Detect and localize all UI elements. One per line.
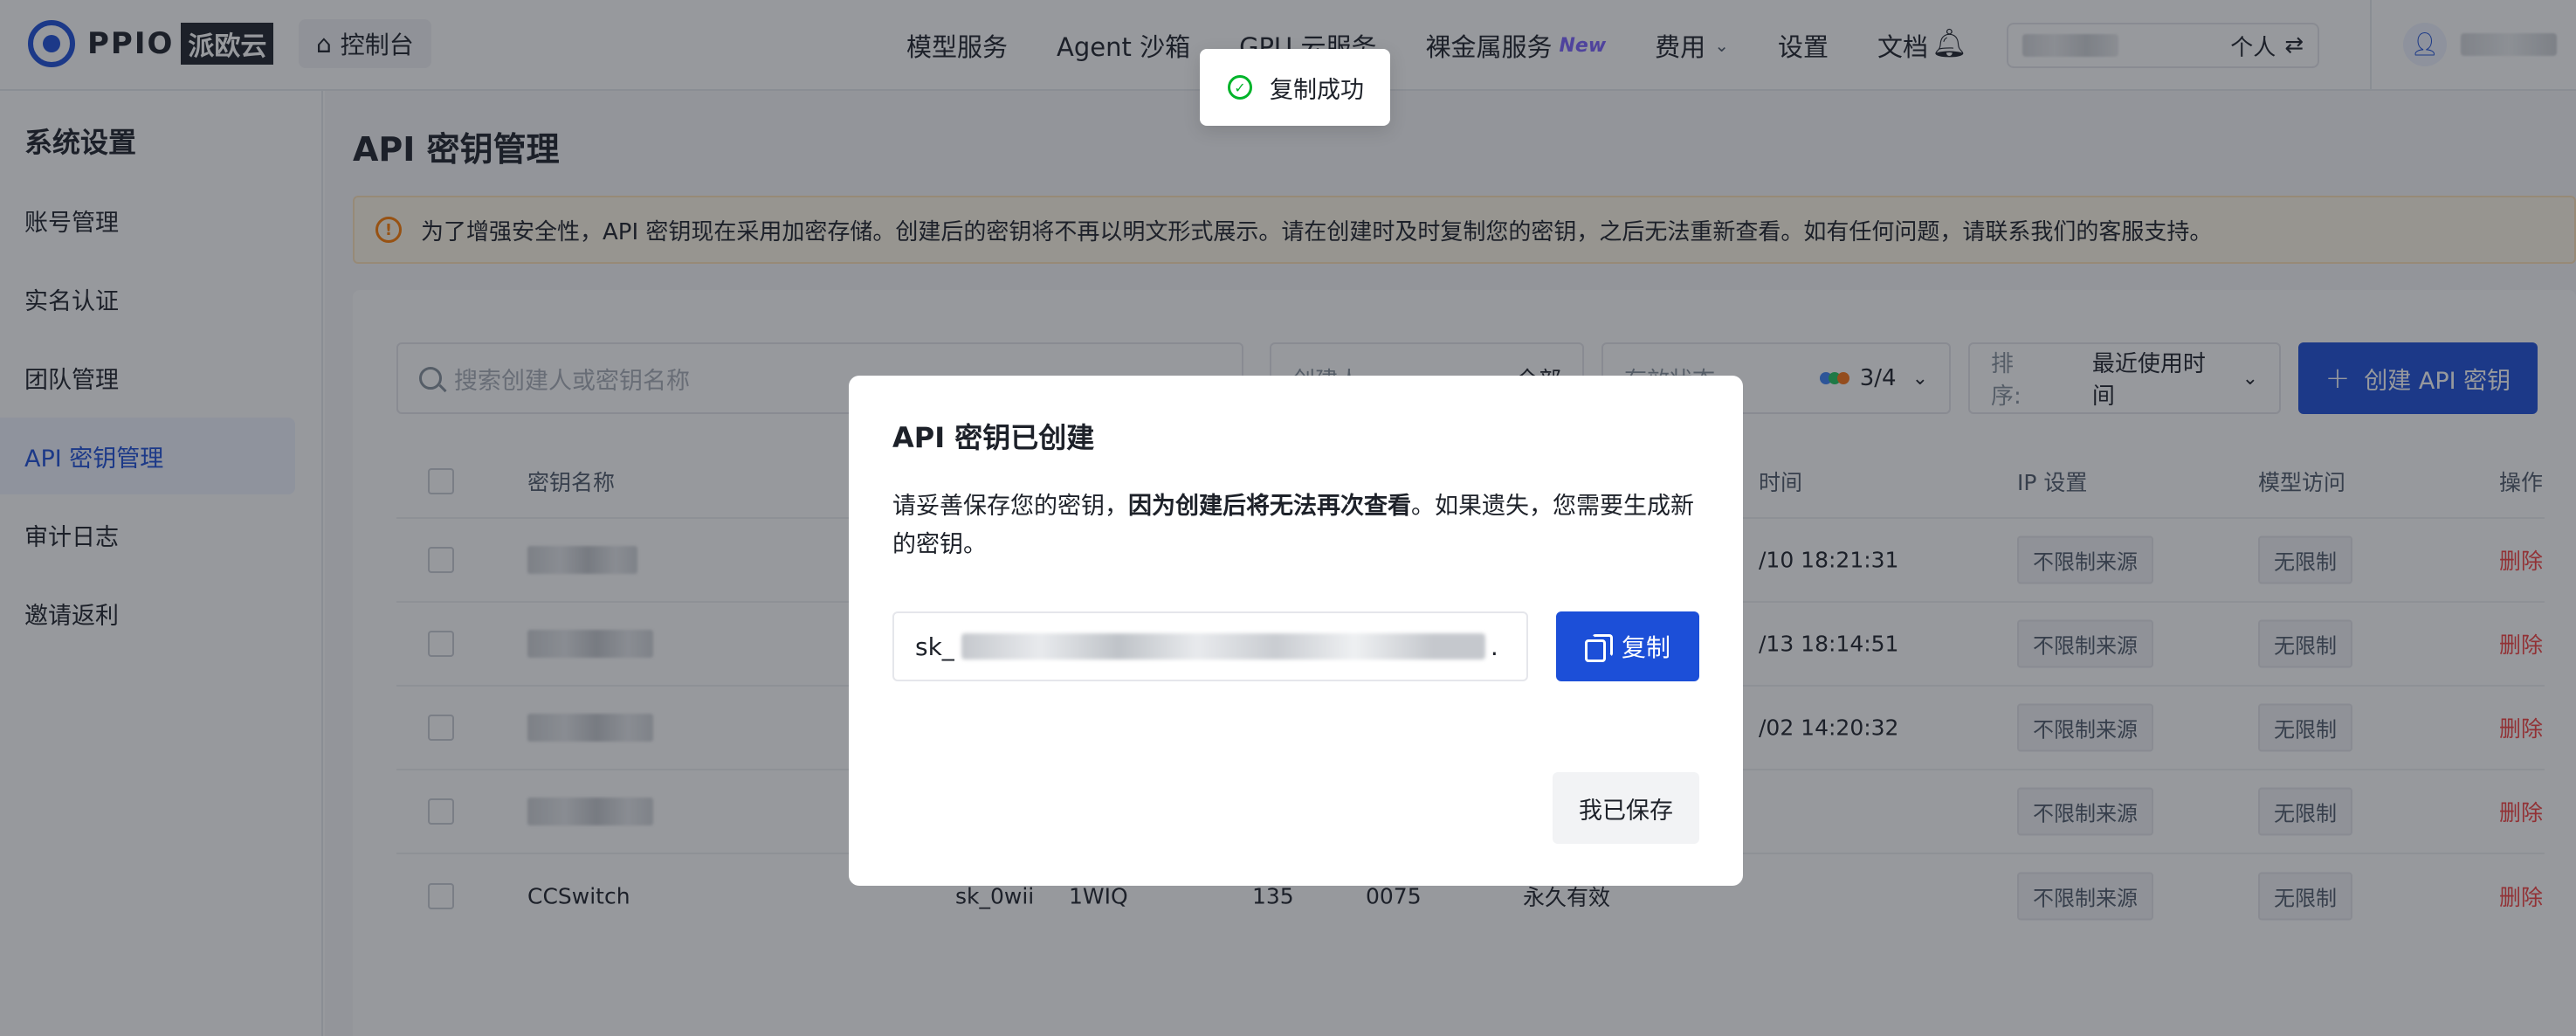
desc-text: 请妥善保存您的密钥， <box>892 493 1128 520</box>
success-toast: ✓ 复制成功 <box>1200 49 1390 126</box>
dialog-description: 请妥善保存您的密钥，因为创建后将无法再次查看。如果遗失，您需要生成新的密钥。 <box>892 487 1705 564</box>
desc-emphasis: 因为创建后将无法再次查看 <box>1128 493 1411 520</box>
key-redacted <box>961 633 1485 660</box>
key-prefix: sk_ <box>915 632 954 661</box>
copy-icon <box>1584 634 1613 662</box>
toast-text: 复制成功 <box>1270 76 1364 104</box>
copy-label: 复制 <box>1621 633 1670 662</box>
key-created-dialog: API 密钥已创建 请妥善保存您的密钥，因为创建后将无法再次查看。如果遗失，您需… <box>849 376 1743 886</box>
api-key-field[interactable]: sk_ . <box>892 611 1528 681</box>
dialog-title: API 密钥已创建 <box>892 421 1095 454</box>
check-circle-icon: ✓ <box>1228 75 1252 100</box>
saved-button[interactable]: 我已保存 <box>1553 772 1699 844</box>
key-suffix: . <box>1490 632 1498 661</box>
copy-button[interactable]: 复制 <box>1556 611 1699 681</box>
